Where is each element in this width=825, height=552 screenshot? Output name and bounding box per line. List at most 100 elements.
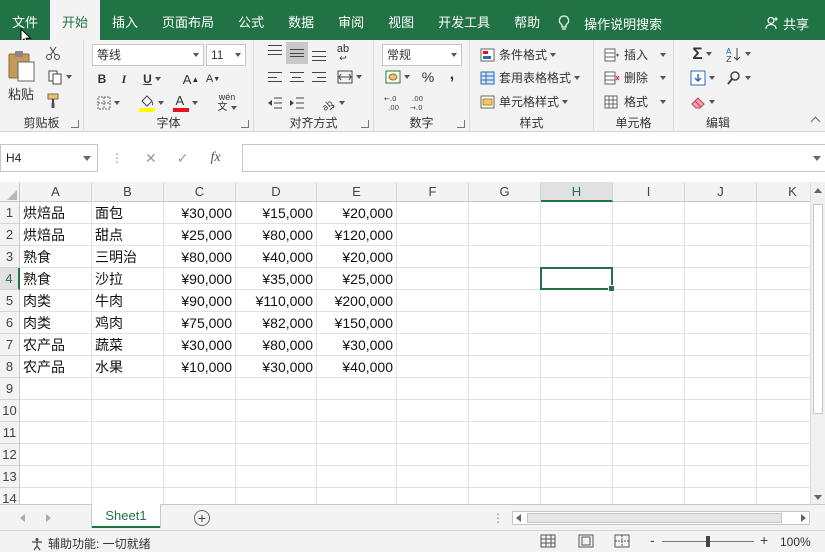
tab-page-layout[interactable]: 页面布局	[150, 0, 226, 40]
align-right-icon[interactable]	[312, 72, 326, 82]
format-as-table-button[interactable]: 套用表格格式	[480, 69, 581, 86]
row-header-4[interactable]: 4	[0, 268, 20, 290]
sheet-tab-sheet1[interactable]: Sheet1	[92, 504, 160, 528]
cell-c8[interactable]: ¥10,000	[164, 356, 236, 378]
cell-e4[interactable]: ¥25,000	[317, 268, 397, 290]
row-header-5[interactable]: 5	[0, 290, 20, 312]
cancel-icon[interactable]: ✕	[145, 150, 157, 167]
cell-a3[interactable]: 熟食	[20, 246, 92, 268]
italic-button[interactable]: I	[116, 70, 132, 88]
cell-a8[interactable]: 农产品	[20, 356, 92, 378]
cell-d4[interactable]: ¥35,000	[236, 268, 317, 290]
increase-indent-button[interactable]	[288, 94, 306, 112]
cell-e1[interactable]: ¥20,000	[317, 202, 397, 224]
column-header-j[interactable]: J	[685, 182, 757, 202]
cell-a6[interactable]: 肉类	[20, 312, 92, 334]
name-box[interactable]: H4	[0, 144, 98, 172]
borders-button[interactable]	[94, 94, 122, 112]
tab-home[interactable]: 开始	[50, 0, 101, 40]
format-painter-button[interactable]	[44, 92, 62, 110]
row-header-13[interactable]: 13	[0, 466, 20, 488]
increase-decimal-button[interactable]: ←.0.00	[384, 93, 404, 113]
vertical-scroll-thumb[interactable]	[813, 204, 823, 414]
cell-e8[interactable]: ¥40,000	[317, 356, 397, 378]
scroll-up-icon[interactable]	[814, 188, 822, 193]
zoom-out-button[interactable]: -	[650, 532, 655, 548]
cell-d3[interactable]: ¥40,000	[236, 246, 317, 268]
accounting-format-button[interactable]	[382, 68, 412, 86]
cell-b7[interactable]: 蔬菜	[92, 334, 164, 356]
row-header-7[interactable]: 7	[0, 334, 20, 356]
cell-a4[interactable]: 熟食	[20, 268, 92, 290]
font-size-dropdown[interactable]: 11	[206, 44, 246, 66]
cell-d7[interactable]: ¥80,000	[236, 334, 317, 356]
cell-e5[interactable]: ¥200,000	[317, 290, 397, 312]
shrink-font-button[interactable]: A ▼	[204, 70, 222, 88]
column-header-e[interactable]: E	[317, 182, 397, 202]
cell-a1[interactable]: 烘焙品	[20, 202, 92, 224]
tab-data[interactable]: 数据	[276, 0, 326, 40]
normal-view-icon[interactable]	[540, 534, 556, 548]
horizontal-scrollbar[interactable]	[512, 511, 810, 525]
middle-align-button[interactable]	[286, 42, 308, 64]
formula-input[interactable]	[242, 144, 825, 172]
horizontal-scroll-thumb[interactable]	[527, 513, 782, 523]
vertical-scrollbar[interactable]	[810, 182, 825, 504]
cell-b8[interactable]: 水果	[92, 356, 164, 378]
cell-d8[interactable]: ¥30,000	[236, 356, 317, 378]
cell-a2[interactable]: 烘焙品	[20, 224, 92, 246]
clipboard-launcher-icon[interactable]	[71, 120, 79, 128]
cell-d5[interactable]: ¥110,000	[236, 290, 317, 312]
select-all-button[interactable]	[0, 182, 20, 202]
tab-review[interactable]: 审阅	[326, 0, 376, 40]
decrease-indent-button[interactable]	[266, 94, 284, 112]
number-format-dropdown[interactable]: 常规	[382, 44, 462, 66]
tab-developer[interactable]: 开发工具	[426, 0, 502, 40]
cell-c4[interactable]: ¥90,000	[164, 268, 236, 290]
cell-e2[interactable]: ¥120,000	[317, 224, 397, 246]
paste-button[interactable]: 粘贴	[4, 46, 38, 106]
cell-d6[interactable]: ¥82,000	[236, 312, 317, 334]
cell-c1[interactable]: ¥30,000	[164, 202, 236, 224]
cell-d2[interactable]: ¥80,000	[236, 224, 317, 246]
align-center-icon[interactable]	[290, 72, 304, 82]
cell-c5[interactable]: ¥90,000	[164, 290, 236, 312]
page-break-view-icon[interactable]	[614, 534, 630, 548]
column-header-c[interactable]: C	[164, 182, 236, 202]
scroll-down-icon[interactable]	[814, 495, 822, 500]
worksheet-grid[interactable]: ABCDEFGHIJK 123456789101112131415烘焙品面包¥3…	[0, 182, 825, 504]
cell-a7[interactable]: 农产品	[20, 334, 92, 356]
copy-button[interactable]	[44, 68, 74, 86]
cell-b2[interactable]: 甜点	[92, 224, 164, 246]
grow-font-button[interactable]: A ▲	[182, 70, 200, 88]
row-header-10[interactable]: 10	[0, 400, 20, 422]
column-header-d[interactable]: D	[236, 182, 317, 202]
prev-sheet-icon[interactable]	[20, 514, 25, 522]
cell-e7[interactable]: ¥30,000	[317, 334, 397, 356]
phonetic-guide-button[interactable]: wén 文	[210, 92, 244, 114]
cut-button[interactable]	[44, 44, 62, 62]
cell-d1[interactable]: ¥15,000	[236, 202, 317, 224]
cell-b3[interactable]: 三明治	[92, 246, 164, 268]
row-header-6[interactable]: 6	[0, 312, 20, 334]
cell-a5[interactable]: 肉类	[20, 290, 92, 312]
orientation-button[interactable]: ab	[314, 92, 348, 114]
row-header-14[interactable]: 14	[0, 488, 20, 504]
cell-e3[interactable]: ¥20,000	[317, 246, 397, 268]
merge-center-button[interactable]	[334, 68, 364, 86]
align-left-icon[interactable]	[268, 72, 282, 82]
cell-c2[interactable]: ¥25,000	[164, 224, 236, 246]
tell-me-search[interactable]: 操作说明搜索	[552, 0, 662, 40]
top-align-icon[interactable]	[268, 45, 282, 55]
font-launcher-icon[interactable]	[241, 120, 249, 128]
confirm-icon[interactable]: ✓	[177, 150, 189, 167]
column-header-f[interactable]: F	[397, 182, 469, 202]
conditional-formatting-button[interactable]: 条件格式	[480, 46, 557, 63]
sort-filter-button[interactable]: AZ	[722, 44, 754, 64]
active-cell-h4[interactable]	[540, 267, 615, 292]
row-header-11[interactable]: 11	[0, 422, 20, 444]
cell-c7[interactable]: ¥30,000	[164, 334, 236, 356]
tab-split-handle[interactable]: ⋮	[492, 511, 504, 525]
zoom-slider-thumb[interactable]	[706, 536, 710, 547]
wrap-text-button[interactable]: ab ↩	[334, 44, 352, 63]
